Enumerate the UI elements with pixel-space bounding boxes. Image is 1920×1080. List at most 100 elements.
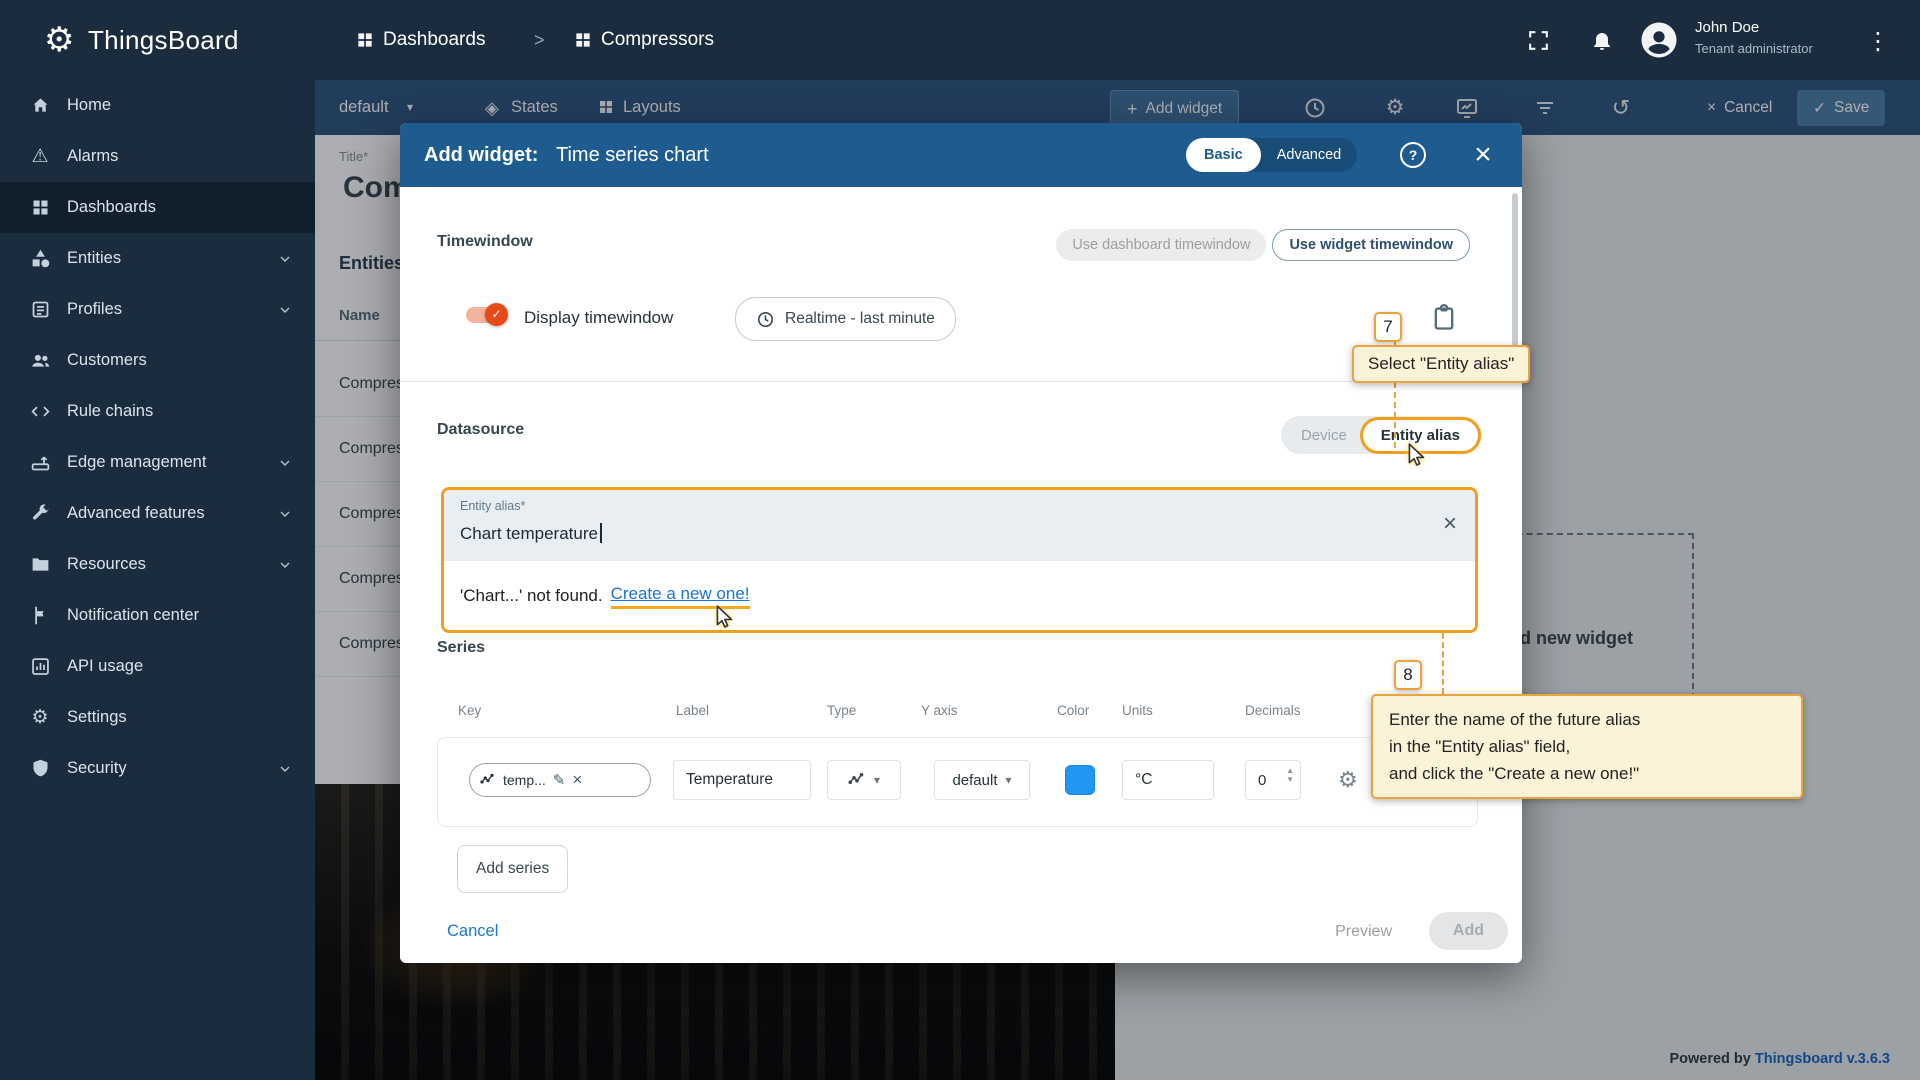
series-settings-gear-icon[interactable]: ⚙ (1338, 767, 1358, 793)
column-y-axis: Y axis (921, 703, 958, 718)
profiles-badge-icon (27, 299, 53, 320)
fullscreen-icon[interactable] (1526, 28, 1551, 53)
series-key-chip[interactable]: temp... ✎ × (469, 763, 651, 797)
series-type-select[interactable]: ▾ (827, 760, 901, 800)
sidebar-item-home[interactable]: Home (0, 80, 315, 131)
sidebar-item-edge-management[interactable]: Edge management (0, 437, 315, 488)
sidebar-item-settings[interactable]: ⚙ Settings (0, 692, 315, 743)
dialog-header: Add widget: Time series chart Basic Adva… (400, 123, 1522, 187)
timewindow-heading: Timewindow (437, 233, 533, 251)
number-stepper[interactable]: ▲▼ (1286, 767, 1294, 784)
close-icon[interactable]: × (1466, 135, 1500, 175)
step-down-icon: ▼ (1286, 776, 1294, 784)
line-chart-type-icon (848, 771, 866, 789)
wrench-icon (27, 503, 53, 524)
breadcrumb-separator: > (534, 0, 545, 80)
sidebar-item-customers[interactable]: Customers (0, 335, 315, 386)
sidebar: Home ⚠ Alarms Dashboards Entities Profil… (0, 80, 315, 1080)
notifications-bell-icon[interactable] (1590, 28, 1614, 52)
more-options-icon[interactable]: ⋮ (1866, 27, 1890, 56)
column-units: Units (1122, 703, 1153, 718)
clock-icon (756, 310, 775, 329)
series-decimals-input[interactable]: 0 ▲▼ (1245, 760, 1301, 800)
chevron-down-icon: ▾ (874, 773, 880, 787)
shield-icon (27, 758, 53, 779)
edge-router-icon (27, 452, 53, 473)
section-divider (400, 381, 1522, 382)
bar-chart-icon (27, 656, 53, 677)
chevron-down-icon (277, 557, 293, 573)
sidebar-item-alarms[interactable]: ⚠ Alarms (0, 131, 315, 182)
series-color-swatch[interactable] (1065, 765, 1095, 795)
user-avatar[interactable] (1638, 19, 1680, 61)
preview-button[interactable]: Preview (1335, 923, 1392, 941)
toggle-knob: ✓ (485, 303, 508, 326)
remove-key-icon[interactable]: × (572, 770, 582, 790)
sidebar-item-security[interactable]: Security (0, 743, 315, 794)
chevron-down-icon (277, 251, 293, 267)
entity-alias-option[interactable]: Entity alias (1363, 420, 1478, 451)
sidebar-item-resources[interactable]: Resources (0, 539, 315, 590)
flag-icon (27, 605, 53, 626)
series-key-text: temp... (503, 772, 546, 788)
device-option[interactable]: Device (1285, 427, 1363, 444)
sidebar-item-dashboards[interactable]: Dashboards (0, 182, 315, 233)
user-role: Tenant administrator (1695, 41, 1813, 56)
user-name: John Doe (1695, 19, 1759, 36)
gear-icon: ⚙ (27, 706, 53, 729)
use-dashboard-timewindow-button[interactable]: Use dashboard timewindow (1056, 229, 1266, 261)
entity-alias-field-label: Entity alias* (460, 499, 525, 513)
entity-alias-input[interactable]: Entity alias* Chart temperature × (444, 490, 1475, 560)
sidebar-item-entities[interactable]: Entities (0, 233, 315, 284)
chevron-down-icon: ▾ (1006, 773, 1012, 787)
dialog-cancel-button[interactable]: Cancel (447, 922, 498, 941)
dialog-title-prefix: Add widget: (424, 123, 538, 187)
paste-clipboard-icon[interactable] (1430, 303, 1462, 337)
series-heading: Series (437, 639, 485, 657)
app-root: ⚙ ThingsBoard Dashboards > Compressors J… (0, 0, 1920, 1080)
entity-alias-highlight-box: Entity alias* Chart temperature × 'Chart… (441, 487, 1478, 633)
basic-mode-button[interactable]: Basic (1186, 138, 1261, 172)
step-up-icon: ▲ (1286, 767, 1294, 775)
advanced-mode-button[interactable]: Advanced (1261, 138, 1358, 172)
series-units-input[interactable] (1122, 760, 1214, 800)
sidebar-item-api-usage[interactable]: API usage (0, 641, 315, 692)
clear-icon[interactable]: × (1443, 509, 1457, 539)
chevron-down-icon (277, 455, 293, 471)
breadcrumb-current: Compressors (601, 0, 714, 80)
series-y-axis-select[interactable]: default ▾ (934, 760, 1030, 800)
use-widget-timewindow-button[interactable]: Use widget timewindow (1272, 229, 1470, 261)
sidebar-item-notification-center[interactable]: Notification center (0, 590, 315, 641)
add-button-disabled[interactable]: Add (1429, 912, 1508, 950)
sidebar-item-profiles[interactable]: Profiles (0, 284, 315, 335)
chevron-down-icon (277, 761, 293, 777)
dialog-title: Time series chart (556, 123, 709, 187)
add-widget-dialog: Add widget: Time series chart Basic Adva… (400, 123, 1522, 963)
series-label-input[interactable] (673, 760, 811, 800)
thingsboard-logo-icon: ⚙ (44, 0, 74, 80)
sidebar-item-advanced-features[interactable]: Advanced features (0, 488, 315, 539)
text-caret (600, 523, 602, 543)
rule-chains-icon (27, 401, 53, 422)
column-color: Color (1057, 703, 1089, 718)
entity-alias-value: Chart temperature (460, 523, 602, 544)
dashboards-icon (27, 197, 53, 218)
warning-icon: ⚠ (27, 145, 53, 168)
folder-icon (27, 554, 53, 575)
dialog-scrollbar[interactable] (1512, 193, 1518, 358)
datasource-heading: Datasource (437, 421, 524, 439)
mode-toggle-group: Basic Advanced (1186, 138, 1357, 172)
help-icon[interactable]: ? (1400, 142, 1426, 168)
add-series-button[interactable]: Add series (457, 845, 568, 893)
display-timewindow-toggle[interactable]: ✓ (466, 307, 506, 323)
edit-pencil-icon[interactable]: ✎ (553, 771, 566, 789)
top-header: ⚙ ThingsBoard Dashboards > Compressors J… (0, 0, 1920, 80)
column-type: Type (827, 703, 856, 718)
breadcrumb-root[interactable]: Dashboards (383, 0, 485, 80)
sidebar-item-rule-chains[interactable]: Rule chains (0, 386, 315, 437)
create-new-alias-link[interactable]: Create a new one! (611, 584, 750, 609)
column-key: Key (458, 703, 481, 718)
display-timewindow-label: Display timewindow (524, 308, 673, 328)
realtime-timewindow-button[interactable]: Realtime - last minute (735, 297, 956, 341)
chevron-down-icon (277, 302, 293, 318)
